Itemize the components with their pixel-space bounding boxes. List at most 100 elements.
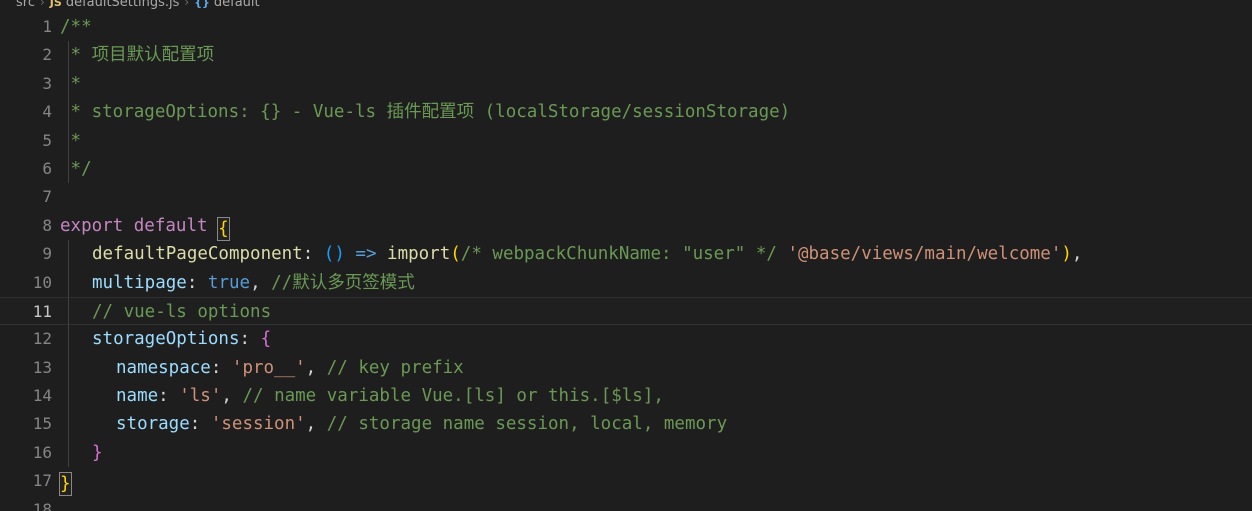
- code-token-property-defaultpagecomponent: defaultPageComponent: [92, 244, 303, 265]
- code-token-comment: *: [60, 73, 82, 94]
- editor-line[interactable]: 6 */: [0, 154, 1252, 184]
- code-token-import: import: [387, 244, 451, 265]
- line-number[interactable]: 14: [0, 382, 52, 410]
- indent-guide: [68, 382, 69, 411]
- line-number[interactable]: 7: [0, 183, 52, 211]
- code-token-colon: :: [210, 357, 232, 378]
- code-token-colon: :: [186, 272, 208, 293]
- editor-line[interactable]: 12 storageOptions: {: [0, 325, 1252, 354]
- code-token-paren-close: ): [1061, 244, 1072, 265]
- editor-line[interactable]: 13 namespace: 'pro__', // key prefix: [0, 353, 1252, 383]
- code-token-comment: // key prefix: [326, 357, 464, 378]
- indent-guide: [68, 325, 69, 354]
- editor-line[interactable]: 18: [0, 496, 1252, 511]
- indent-guide: [68, 268, 69, 297]
- editor-line[interactable]: 4 * storageOptions: {} - Vue-ls 插件配置项 (l…: [0, 98, 1252, 127]
- code-token-comma: ,: [250, 272, 272, 293]
- editor-line[interactable]: 3 *: [0, 69, 1252, 99]
- breadcrumb-item-folder[interactable]: src: [16, 0, 35, 10]
- breadcrumb-label-folder: src: [16, 0, 35, 10]
- line-number[interactable]: 17: [0, 467, 52, 495]
- code-token-colon: :: [189, 414, 211, 435]
- line-number[interactable]: 6: [0, 155, 52, 183]
- code-token-string-storage: 'session': [210, 414, 306, 435]
- editor-line[interactable]: 8 export default {: [0, 212, 1252, 241]
- code-token-colon: :: [239, 329, 261, 350]
- code-token-comma: ,: [1071, 244, 1083, 265]
- line-number[interactable]: 4: [0, 98, 52, 126]
- code-token-arrow: =>: [344, 244, 388, 265]
- code-token-colon: :: [302, 244, 324, 265]
- code-token-colon: :: [158, 386, 180, 407]
- line-number[interactable]: 2: [0, 41, 52, 69]
- line-number[interactable]: 16: [0, 439, 52, 467]
- line-number[interactable]: 9: [0, 240, 52, 268]
- code-token-comment: //默认多页签模式: [271, 272, 415, 293]
- js-file-icon: JS: [49, 0, 62, 9]
- code-token-comment: * storageOptions: {} - Vue-ls 插件配置项 (loc…: [60, 102, 791, 123]
- code-editor-area[interactable]: 1 /** 2 * 项目默认配置项 3 * 4 * storageOptions…: [0, 13, 1252, 511]
- field-icon: {}: [194, 0, 210, 9]
- editor-line[interactable]: 7: [0, 183, 1252, 211]
- code-token-comment: // storage name session, local, memory: [326, 414, 728, 435]
- code-token-block-comment: /* webpackChunkName:: [460, 244, 683, 265]
- code-token-comment: // vue-ls options: [92, 301, 272, 322]
- line-number[interactable]: 15: [0, 410, 52, 438]
- code-token-keyword-default: default: [133, 215, 208, 236]
- code-token-brace-open-matched: {: [217, 216, 230, 241]
- breadcrumb-label-symbol: default: [213, 0, 260, 10]
- editor-line[interactable]: 2 * 项目默认配置项: [0, 41, 1252, 70]
- editor-line-active[interactable]: 11 // vue-ls options: [0, 296, 1252, 327]
- code-token-comma: ,: [305, 414, 327, 435]
- editor-line[interactable]: 17 }: [0, 467, 1252, 497]
- editor-line[interactable]: 16 }: [0, 438, 1252, 468]
- indent-guide: [68, 240, 69, 269]
- vscode-editor-window: src › JS defaultSettings.js › {} default…: [0, 0, 1252, 511]
- code-token-property-storageoptions: storageOptions: [92, 329, 240, 350]
- editor-line[interactable]: 1 /**: [0, 13, 1252, 41]
- line-number[interactable]: 3: [0, 70, 52, 98]
- code-token-property-multipage: multipage: [92, 272, 187, 293]
- line-number[interactable]: 5: [0, 127, 52, 155]
- editor-line[interactable]: 9 defaultPageComponent: () => import(/* …: [0, 240, 1252, 269]
- breadcrumb-item-file[interactable]: JS defaultSettings.js: [50, 0, 180, 10]
- code-token-string-path: '@base/views/main/welcome': [787, 244, 1062, 265]
- code-token-brace-close: }: [92, 442, 103, 463]
- editor-line[interactable]: 10 multipage: true, //默认多页签模式: [0, 268, 1252, 297]
- editor-line[interactable]: 5 *: [0, 126, 1252, 155]
- indent-guide: [68, 297, 69, 327]
- code-token-comment: * 项目默认配置项: [60, 45, 215, 66]
- indent-guide: [68, 438, 69, 468]
- code-token-comma: ,: [221, 386, 243, 407]
- line-number[interactable]: 11: [0, 298, 52, 326]
- editor-line[interactable]: 15 storage: 'session', // storage name s…: [0, 410, 1252, 439]
- code-token-string-name: 'ls': [179, 386, 222, 407]
- line-number[interactable]: 12: [0, 325, 52, 353]
- line-number[interactable]: 18: [0, 496, 52, 511]
- indent-guide: [68, 410, 69, 439]
- code-token-comment: */: [60, 158, 92, 179]
- breadcrumb[interactable]: src › JS defaultSettings.js › {} default: [0, 0, 1252, 13]
- code-token-comment: /**: [60, 17, 92, 37]
- code-token-parens-empty: (): [323, 244, 345, 265]
- code-token-brace-open: {: [260, 329, 272, 350]
- breadcrumb-item-symbol[interactable]: {} default: [194, 0, 259, 10]
- breadcrumb-label-file: defaultSettings.js: [65, 0, 180, 10]
- code-token-brace-close-matched: }: [59, 472, 72, 497]
- code-token-comment-string: "user": [682, 244, 746, 265]
- breadcrumb-separator-icon-2: ›: [184, 0, 190, 9]
- editor-line[interactable]: 14 name: 'ls', // name variable Vue.[ls]…: [0, 382, 1252, 411]
- code-token-comment: // name variable Vue.[ls] or this.[$ls],: [242, 386, 664, 407]
- line-number[interactable]: 13: [0, 354, 52, 382]
- line-number[interactable]: 10: [0, 269, 52, 297]
- line-number[interactable]: 8: [0, 212, 52, 240]
- code-token-property-name: name: [116, 386, 159, 407]
- code-token-property-namespace: namespace: [116, 357, 211, 378]
- breadcrumb-separator-icon: ›: [39, 0, 45, 9]
- line-number[interactable]: 1: [0, 13, 52, 41]
- indent-guide: [68, 353, 69, 383]
- code-token-property-storage: storage: [116, 414, 190, 435]
